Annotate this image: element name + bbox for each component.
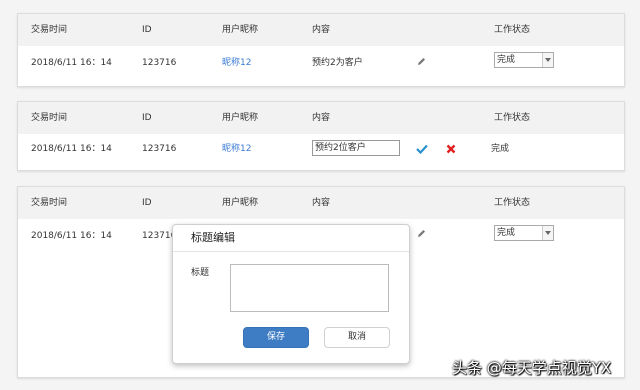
table-panel-view: 交易时间 ID 用户昵称 内容 工作状态 2018/6/11 16：14 123… (17, 13, 625, 87)
header-id: ID (142, 25, 152, 35)
header-nickname: 用户昵称 (222, 113, 259, 123)
status-select[interactable]: 完成 (494, 52, 554, 68)
status-select[interactable]: 完成 (494, 225, 554, 241)
cancel-button[interactable]: 取消 (324, 327, 390, 348)
title-textarea[interactable] (230, 264, 389, 312)
chevron-down-icon[interactable] (542, 226, 553, 240)
pencil-icon[interactable] (416, 228, 427, 239)
table-header: 交易时间 ID 用户昵称 内容 工作状态 (18, 14, 624, 46)
header-status: 工作状态 (494, 198, 531, 208)
cell-content: 预约2为客户 (312, 58, 363, 68)
table-header: 交易时间 ID 用户昵称 内容 工作状态 (18, 187, 624, 219)
table-panel-editing: 交易时间 ID 用户昵称 内容 工作状态 2018/6/11 16：14 123… (17, 101, 625, 171)
cell-time: 2018/6/11 16：14 (31, 144, 112, 154)
title-label: 标题 (191, 268, 210, 278)
cell-id: 123716 (142, 144, 177, 154)
cell-time: 2018/6/11 16：14 (31, 58, 112, 68)
pencil-icon[interactable] (416, 56, 427, 67)
dialog-title: 标题编辑 (191, 231, 235, 244)
header-content: 内容 (312, 25, 331, 35)
check-icon[interactable] (416, 144, 428, 154)
cell-status: 完成 (491, 144, 510, 154)
content-input-value: 预约2位客户 (315, 143, 366, 153)
nickname-link[interactable]: 昵称12 (222, 56, 251, 70)
nickname-link[interactable]: 昵称12 (222, 142, 251, 156)
header-nickname: 用户昵称 (222, 25, 259, 35)
dialog-divider (173, 251, 409, 252)
cell-id: 123716 (142, 58, 177, 68)
cell-time: 2018/6/11 16：14 (31, 231, 112, 241)
table-header: 交易时间 ID 用户昵称 内容 工作状态 (18, 102, 624, 134)
title-edit-dialog: 标题编辑 标题 保存 取消 (172, 224, 410, 364)
header-time: 交易时间 (31, 25, 68, 35)
save-button[interactable]: 保存 (243, 327, 309, 348)
header-time: 交易时间 (31, 198, 68, 208)
header-time: 交易时间 (31, 113, 68, 123)
watermark: 头条 @每天学点视觉YX (452, 359, 612, 377)
header-id: ID (142, 198, 152, 208)
chevron-down-icon[interactable] (542, 53, 553, 67)
content-input[interactable]: 预约2位客户 (312, 140, 400, 156)
close-icon[interactable] (446, 144, 456, 154)
status-select-value: 完成 (497, 228, 516, 238)
header-id: ID (142, 113, 152, 123)
header-content: 内容 (312, 198, 331, 208)
header-status: 工作状态 (494, 25, 531, 35)
status-select-value: 完成 (497, 55, 516, 65)
header-status: 工作状态 (494, 113, 531, 123)
header-content: 内容 (312, 113, 331, 123)
header-nickname: 用户昵称 (222, 198, 259, 208)
